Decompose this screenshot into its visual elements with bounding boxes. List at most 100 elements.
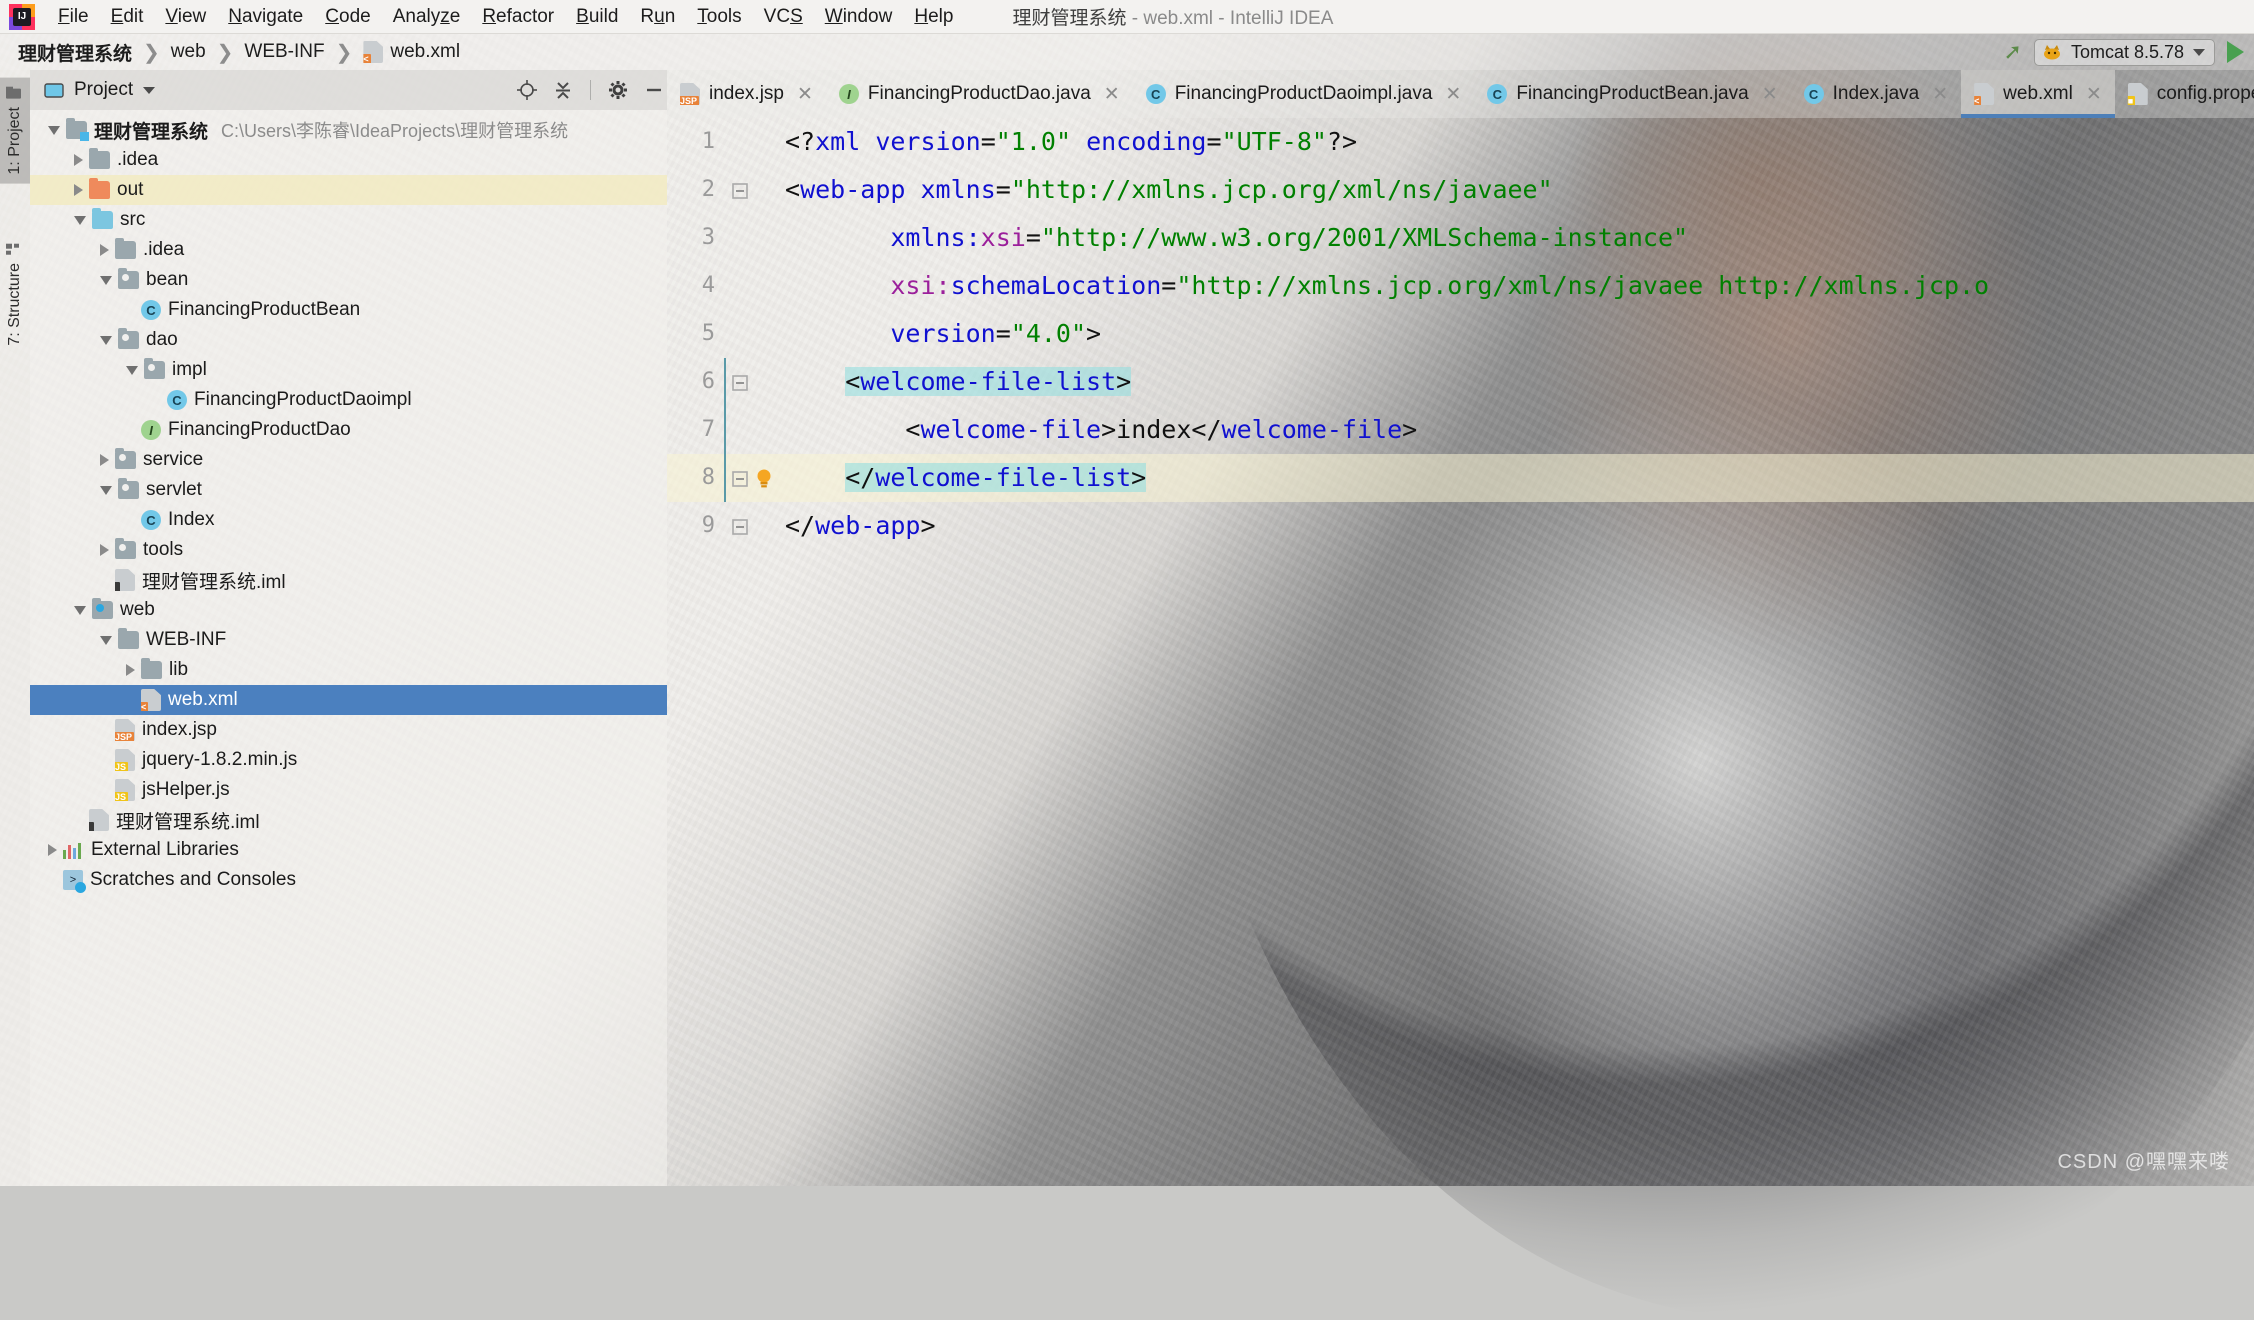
code-line-8[interactable]: 8</welcome-file-list> [667,454,2254,502]
tree-node-servlet[interactable]: servlet [30,475,667,505]
breadcrumb-item-WEB-INF[interactable]: WEB-INF [240,40,328,64]
tree-node-tools[interactable]: tools [30,535,667,565]
tree-node-service[interactable]: service [30,445,667,475]
tree-node-web.xml[interactable]: <web.xml [30,685,667,715]
menu-item-window[interactable]: Window [814,3,904,31]
tree-node-out[interactable]: out [30,175,667,205]
tree-node-理财管理系统.iml[interactable]: 理财管理系统.iml [30,805,667,835]
intention-bulb-icon[interactable] [753,454,775,502]
editor-tab-config.properties[interactable]: ■config.properties [2115,70,2254,118]
tree-node-Scratches and Consoles[interactable]: >Scratches and Consoles [30,865,667,895]
tree-toggle-open-icon[interactable] [74,216,86,225]
tree-toggle-closed-icon[interactable] [100,244,109,256]
tree-toggle-closed-icon[interactable] [100,544,109,556]
menu-item-refactor[interactable]: Refactor [471,3,565,31]
tree-node-理财管理系统.iml[interactable]: 理财管理系统.iml [30,565,667,595]
fold-marker-icon[interactable] [729,358,751,406]
tree-toggle-open-icon[interactable] [100,486,112,495]
tree-toggle-closed-icon[interactable] [74,154,83,166]
tree-toggle-closed-icon[interactable] [100,454,109,466]
tree-node-jquery-1.8.2.min.js[interactable]: JSjquery-1.8.2.min.js [30,745,667,775]
tree-node-jsHelper.js[interactable]: JSjsHelper.js [30,775,667,805]
project-panel-chevron-icon[interactable] [143,87,155,94]
close-icon[interactable]: ✕ [1445,83,1461,106]
locate-icon[interactable] [514,77,540,103]
editor-tab-index.jsp[interactable]: JSPindex.jsp✕ [667,70,826,118]
tree-node-Index[interactable]: CIndex [30,505,667,535]
run-icon[interactable] [2227,41,2244,63]
tree-node-External Libraries[interactable]: External Libraries [30,835,667,865]
stripe-button-structure[interactable]: 7: Structure [0,234,30,355]
code-line-7[interactable]: 7<welcome-file>index</welcome-file> [667,406,2254,454]
tree-toggle-open-icon[interactable] [126,366,138,375]
code-line-9[interactable]: 9</web-app> [667,502,2254,550]
editor-tab-FinancingProductDao.java[interactable]: IFinancingProductDao.java✕ [826,70,1133,118]
code-line-2[interactable]: 2<web-app xmlns="http://xmlns.jcp.org/xm… [667,166,2254,214]
tree-node-FinancingProductBean[interactable]: CFinancingProductBean [30,295,667,325]
tree-node-impl[interactable]: impl [30,355,667,385]
menu-item-view[interactable]: View [154,3,217,31]
minimize-icon[interactable] [641,77,667,103]
code-line-1[interactable]: 1<?xml version="1.0" encoding="UTF-8"?> [667,118,2254,166]
tree-toggle-closed-icon[interactable] [48,844,57,856]
editor-tab-web.xml[interactable]: <web.xml✕ [1961,70,2115,118]
tree-node-FinancingProductDao[interactable]: IFinancingProductDao [30,415,667,445]
tree-node-bean[interactable]: bean [30,265,667,295]
tree-node-WEB-INF[interactable]: WEB-INF [30,625,667,655]
code-line-6[interactable]: 6<welcome-file-list> [667,358,2254,406]
code-editor[interactable]: 1<?xml version="1.0" encoding="UTF-8"?>2… [667,118,2254,1186]
chevron-down-icon[interactable] [2193,49,2205,56]
code-line-4[interactable]: 4xsi:schemaLocation="http://xmlns.jcp.or… [667,262,2254,310]
close-icon[interactable]: ✕ [1932,83,1948,106]
build-hammer-icon[interactable]: ➚ [2004,39,2022,65]
stripe-button-project[interactable]: 1: Project [0,78,30,184]
editor-tab-Index.java[interactable]: CIndex.java✕ [1791,70,1962,118]
close-icon[interactable]: ✕ [797,83,813,106]
menu-item-help[interactable]: Help [903,3,964,31]
project-tree[interactable]: 理财管理系统C:\Users\李陈睿\IdeaProjects\理财管理系统.i… [30,110,667,895]
tree-toggle-open-icon[interactable] [100,336,112,345]
tree-node-index.jsp[interactable]: JSPindex.jsp [30,715,667,745]
menu-item-edit[interactable]: Edit [100,3,155,31]
editor-tab-FinancingProductDaoimpl.java[interactable]: CFinancingProductDaoimpl.java✕ [1133,70,1475,118]
tree-toggle-closed-icon[interactable] [74,184,83,196]
close-icon[interactable]: ✕ [1104,83,1120,106]
tree-node-.idea[interactable]: .idea [30,145,667,175]
tree-node-label: service [143,449,203,471]
close-icon[interactable]: ✕ [1762,83,1778,106]
tree-node-lib[interactable]: lib [30,655,667,685]
breadcrumb-item-web.xml[interactable]: <web.xml [359,40,464,64]
tree-node-dao[interactable]: dao [30,325,667,355]
menu-item-tools[interactable]: Tools [686,3,752,31]
tree-toggle-open-icon[interactable] [100,276,112,285]
tree-toggle-open-icon[interactable] [48,126,60,135]
menu-item-vcs[interactable]: VCS [753,3,814,31]
menu-item-analyze[interactable]: Analyze [382,3,472,31]
close-icon[interactable]: ✕ [2086,83,2102,106]
tree-node-src[interactable]: src [30,205,667,235]
code-line-3[interactable]: 3xmlns:xsi="http://www.w3.org/2001/XMLSc… [667,214,2254,262]
editor-tab-FinancingProductBean.java[interactable]: CFinancingProductBean.java✕ [1474,70,1790,118]
fold-marker-icon[interactable] [729,454,751,502]
menu-item-code[interactable]: Code [314,3,381,31]
code-line-5[interactable]: 5version="4.0"> [667,310,2254,358]
gear-icon[interactable] [605,77,631,103]
fold-marker-icon[interactable] [729,166,751,214]
menu-item-run[interactable]: Run [629,3,686,31]
tree-node-web[interactable]: web [30,595,667,625]
tree-node-FinancingProductDaoimpl[interactable]: CFinancingProductDaoimpl [30,385,667,415]
menu-item-navigate[interactable]: Navigate [217,3,314,31]
menu-item-build[interactable]: Build [565,3,629,31]
run-configuration-selector[interactable]: Tomcat 8.5.78 [2034,39,2215,66]
breadcrumb-item-web[interactable]: web [167,40,210,64]
tree-toggle-open-icon[interactable] [100,636,112,645]
tree-node-.idea[interactable]: .idea [30,235,667,265]
fold-marker-icon[interactable] [729,502,751,550]
menu-item-file[interactable]: File [47,3,100,31]
tree-node-理财管理系统[interactable]: 理财管理系统C:\Users\李陈睿\IdeaProjects\理财管理系统 [30,115,667,145]
tree-toggle-closed-icon[interactable] [126,664,135,676]
collapse-all-icon[interactable] [550,77,576,103]
breadcrumb-item-理财管理系统[interactable]: 理财管理系统 [14,38,136,67]
tree-toggle-open-icon[interactable] [74,606,86,615]
editor-tab-bar[interactable]: JSPindex.jsp✕IFinancingProductDao.java✕C… [667,70,2254,118]
